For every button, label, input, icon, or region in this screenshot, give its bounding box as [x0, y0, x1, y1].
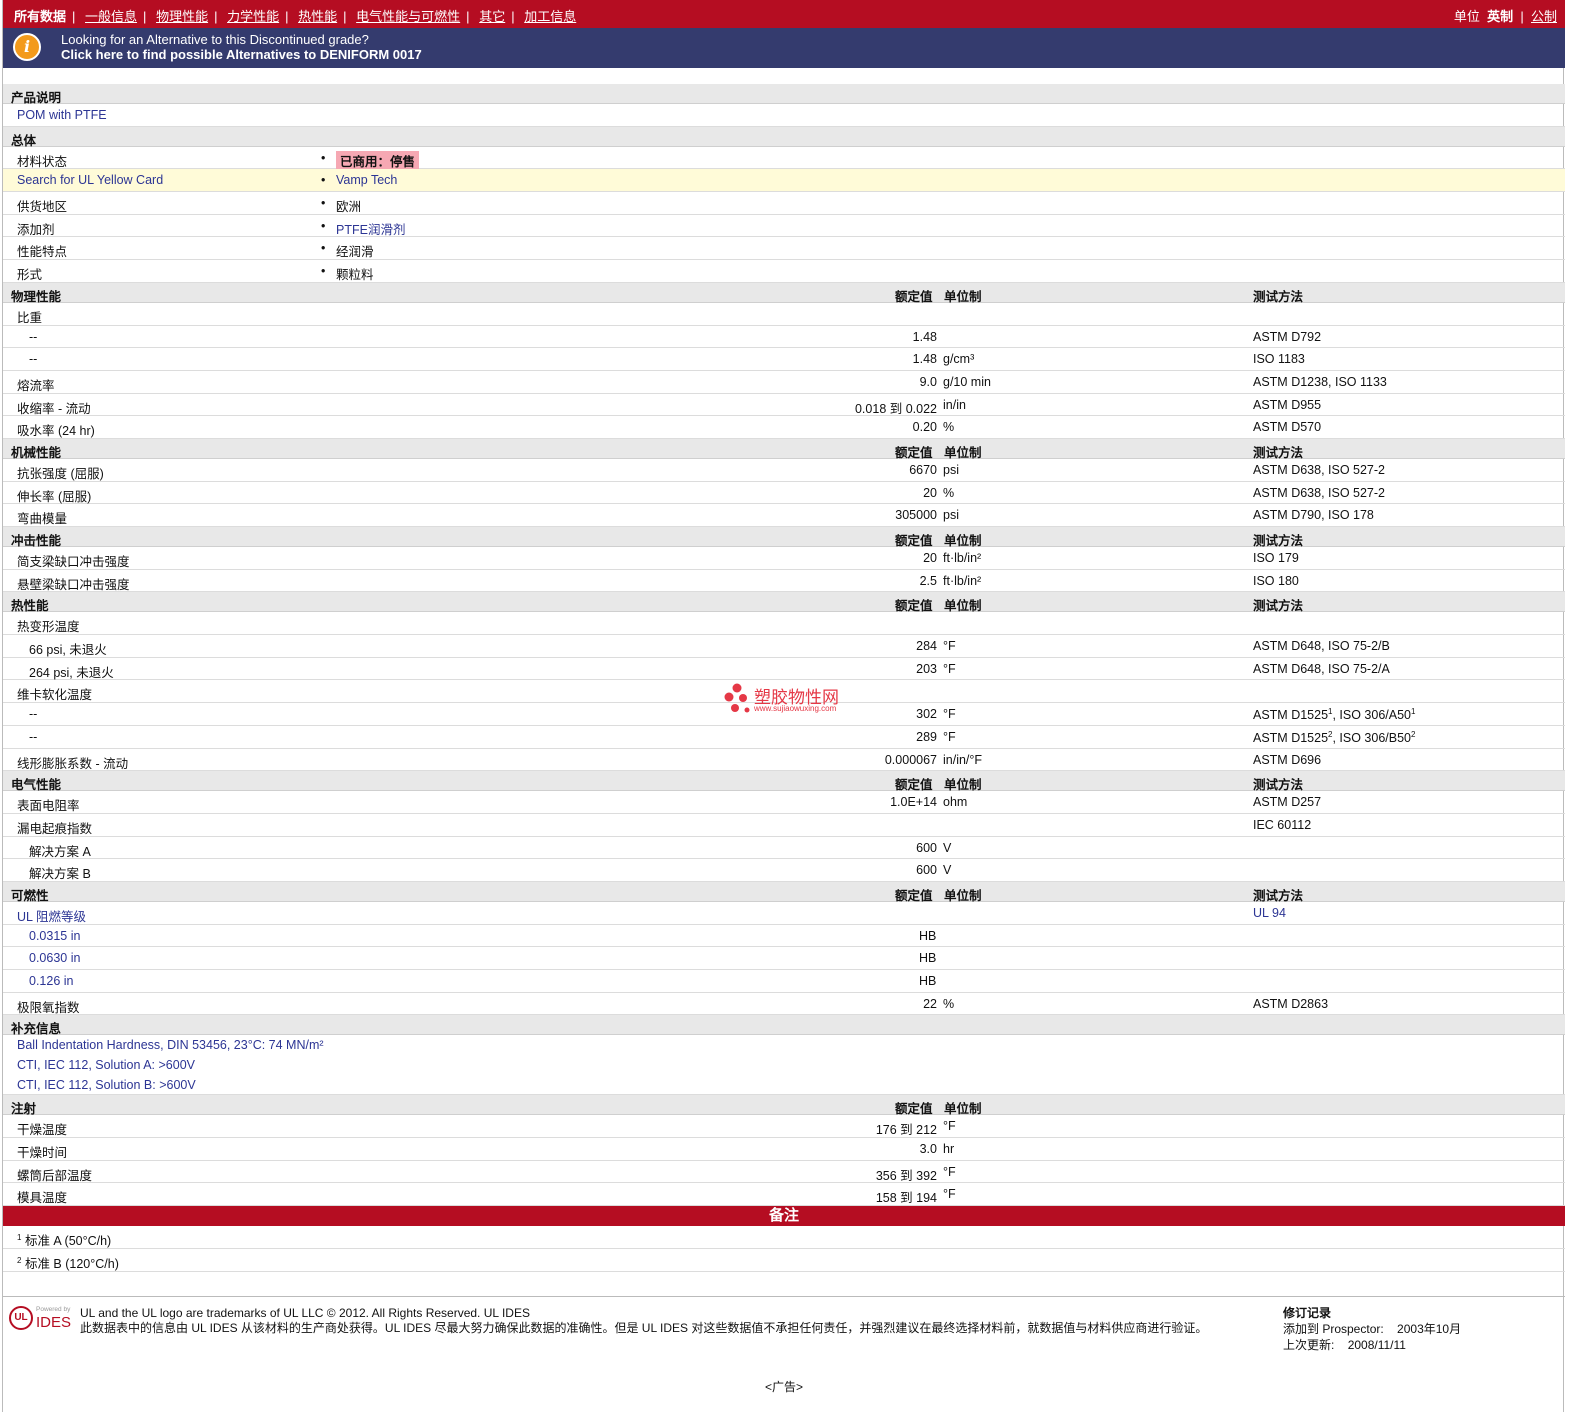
- table-row: 干燥时间 3.0 hr: [3, 1138, 1565, 1161]
- table-row: 供货地区 • 欧洲: [3, 192, 1565, 215]
- nav-general-info[interactable]: 一般信息: [85, 6, 137, 25]
- table-row: 漏电起痕指数 IEC 60112: [3, 814, 1565, 837]
- trademark-text: UL and the UL logo are trademarks of UL …: [80, 1306, 530, 1320]
- table-row: 表面电阻率 1.0E+14 ohm ASTM D257: [3, 791, 1565, 814]
- units-imperial: 英制: [1487, 9, 1514, 24]
- section-header: 可燃性 额定值 单位制 测试方法: [3, 881, 1565, 903]
- table-row: 收缩率 - 流动 0.018 到 0.022 in/in ASTM D955: [3, 394, 1565, 417]
- table-row: 比重: [3, 303, 1565, 326]
- section-header: 注射 额定值 单位制: [3, 1095, 1565, 1116]
- ul-logo[interactable]: UL: [9, 1306, 33, 1330]
- section-header: 总体: [3, 126, 1565, 148]
- table-row: 性能特点 • 经润滑: [3, 237, 1565, 261]
- alternative-banner[interactable]: i Looking for an Alternative to this Dis…: [3, 28, 1565, 68]
- table-row: 解决方案 B 600 V: [3, 859, 1565, 882]
- table-row: 形式 • 颗粒料: [3, 260, 1565, 283]
- product-description: POM with PTFE: [17, 108, 107, 122]
- status-badge: 已商用：停售: [336, 150, 420, 170]
- ul-rating-link[interactable]: UL 阻燃等级: [17, 906, 86, 925]
- table-row: 干燥温度 176 到 212 °F: [3, 1115, 1565, 1139]
- table-row: 66 psi, 未退火 284 °F ASTM D648, ISO 75-2/B: [3, 635, 1565, 658]
- section-header: 冲击性能 额定值 单位制 测试方法: [3, 527, 1565, 548]
- alternative-question: Looking for an Alternative to this Disco…: [61, 32, 369, 47]
- section-header: 产品说明: [3, 84, 1565, 105]
- section-header: 补充信息: [3, 1015, 1565, 1036]
- list-item: Ball Indentation Hardness, DIN 53456, 23…: [17, 1038, 324, 1053]
- alternative-link[interactable]: Click here to find possible Alternatives…: [61, 47, 422, 62]
- table-row: 添加剂 • PTFE润滑剂: [3, 215, 1565, 238]
- section-links: 所有数据 | 一般信息 | 物理性能 | 力学性能 | 热性能 | 电气性能与可燃性 | 其…: [14, 6, 576, 25]
- table-row: -- 289 °F ASTM D15252, ISO 306/B502: [3, 726, 1565, 749]
- table-row: 模具温度 158 到 194 °F: [3, 1183, 1565, 1207]
- table-row: 弯曲模量 305000 psi ASTM D790, ISO 178: [3, 504, 1565, 527]
- table-row: 抗张强度 (屈服) 6670 psi ASTM D638, ISO 527-2: [3, 459, 1565, 482]
- table-row: Search for UL Yellow Card • Vamp Tech: [3, 169, 1565, 193]
- table-row: 螺筒后部温度 356 到 392 °F: [3, 1161, 1565, 1184]
- ides-logo[interactable]: IDES: [36, 1314, 71, 1331]
- table-row: -- 1.48 ASTM D792: [3, 326, 1565, 349]
- nav-thermal[interactable]: 热性能: [298, 6, 337, 25]
- list-item: CTI, IEC 112, Solution A: >600V: [17, 1058, 195, 1073]
- nav-all-data[interactable]: 所有数据: [14, 6, 66, 25]
- ul94-link[interactable]: UL 94: [1253, 906, 1286, 920]
- watermark-logo: 塑胶物性网 www.sujiaowuxing.com: [723, 682, 863, 718]
- units-metric-link[interactable]: 公制: [1531, 9, 1557, 24]
- table-row: POM with PTFE: [3, 104, 1565, 127]
- table-row: 材料状态 • 已商用：停售: [3, 147, 1565, 170]
- table-row: 0.0315 in HB: [3, 925, 1565, 948]
- table-row: 0.0630 in HB: [3, 947, 1565, 970]
- table-row: 线形膨胀系数 - 流动 0.000067 in/in/°F ASTM D696: [3, 749, 1565, 772]
- nav-mechanical[interactable]: 力学性能: [227, 6, 279, 25]
- section-header: 物理性能 额定值 单位制 测试方法: [3, 282, 1565, 304]
- note-item: 1 标准 A (50°C/h): [3, 1226, 1565, 1249]
- section-header: 机械性能 额定值 单位制 测试方法: [3, 438, 1565, 460]
- revision-title: 修订记录: [1283, 1306, 1332, 1320]
- datasheet-table: 产品说明 POM with PTFE 总体 材料状态 • 已商用：停售 Sear…: [3, 84, 1565, 1272]
- table-row: 悬壁梁缺口冲击强度 2.5 ft·lb/in² ISO 180: [3, 570, 1565, 593]
- section-header: 电气性能 额定值 单位制 测试方法: [3, 771, 1565, 792]
- top-nav: 所有数据 | 一般信息 | 物理性能 | 力学性能 | 热性能 | 电气性能与可燃性 | 其…: [3, 0, 1565, 28]
- table-row: -- 1.48 g/cm³ ISO 1183: [3, 348, 1565, 371]
- revision-history: 修订记录 添加到 Prospector: 2003年10月 上次更新: 2008…: [1283, 1306, 1462, 1352]
- table-row: 解决方案 A 600 V: [3, 837, 1565, 860]
- datasheet-page: 所有数据 | 一般信息 | 物理性能 | 力学性能 | 热性能 | 电气性能与可燃性 | 其…: [2, 0, 1565, 1412]
- notes-header: 备注: [3, 1206, 1565, 1227]
- additive-link[interactable]: PTFE润滑剂: [336, 219, 405, 238]
- table-row: 吸水率 (24 hr) 0.20 % ASTM D570: [3, 416, 1565, 439]
- units-label: 单位: [1453, 9, 1480, 24]
- supplier-link[interactable]: Vamp Tech: [336, 173, 397, 187]
- powered-by: Powered by: [36, 1306, 71, 1313]
- table-row: 简支梁缺口冲击强度 20 ft·lb/in² ISO 179: [3, 547, 1565, 570]
- nav-other[interactable]: 其它: [479, 6, 505, 25]
- nav-physical[interactable]: 物理性能: [156, 6, 208, 25]
- watermark-dots-icon: [724, 683, 750, 713]
- ul-yellow-card-link[interactable]: Search for UL Yellow Card: [17, 173, 163, 187]
- table-row: 264 psi, 未退火 203 °F ASTM D648, ISO 75-2/…: [3, 658, 1565, 681]
- table-row: 伸长率 (屈服) 20 % ASTM D638, ISO 527-2: [3, 482, 1565, 505]
- ad-label: <广告>: [764, 1380, 804, 1394]
- units-switch: 单位 英制 | 公制: [1453, 9, 1557, 24]
- table-row: 熔流率 9.0 g/10 min ASTM D1238, ISO 1133: [3, 371, 1565, 394]
- nav-electrical-flammability[interactable]: 电气性能与可燃性: [356, 6, 460, 25]
- info-icon: i: [13, 33, 41, 61]
- footer: UL Powered by IDES UL and the UL logo ar…: [3, 1296, 1565, 1375]
- table-row: UL 阻燃等级 UL 94: [3, 902, 1565, 925]
- table-row: 极限氧指数 22 % ASTM D2863: [3, 993, 1565, 1016]
- watermark-url: www.sujiaowuxing.com: [754, 704, 837, 713]
- note-item: 2 标准 B (120°C/h): [3, 1249, 1565, 1272]
- disclaimer-text: 此数据表中的信息由 UL IDES 从该材料的生产商处获得。UL IDES 尽最…: [80, 1321, 1208, 1335]
- list-item: CTI, IEC 112, Solution B: >600V: [3, 1075, 1565, 1096]
- table-row: 热变形温度: [3, 612, 1565, 636]
- nav-processing[interactable]: 加工信息: [524, 6, 576, 25]
- table-row: 0.126 in HB: [3, 970, 1565, 993]
- section-header: 热性能 额定值 单位制 测试方法: [3, 592, 1565, 613]
